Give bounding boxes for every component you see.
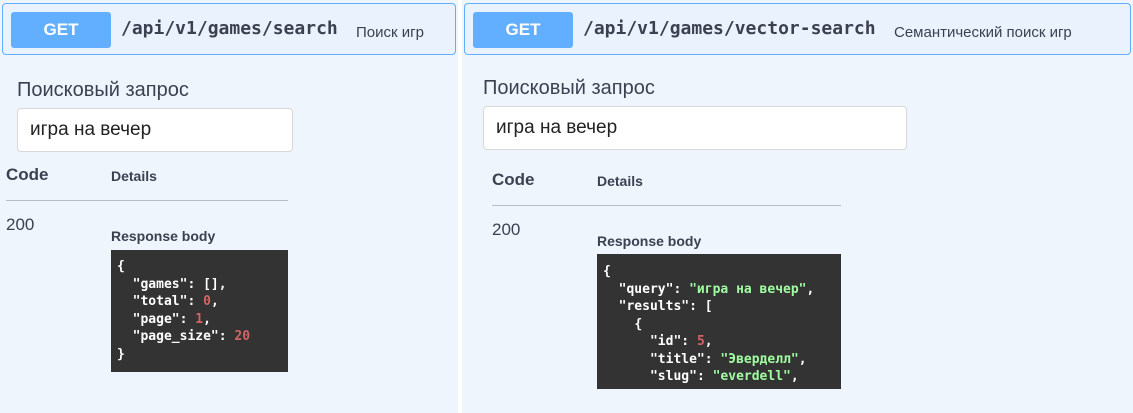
http-method-badge: GET — [11, 12, 111, 48]
left-endpoint-panel: GET /api/v1/games/search Поиск игр Поиск… — [0, 0, 458, 413]
param-label: Поисковый запрос — [483, 77, 655, 99]
response-status-code: 200 — [6, 215, 35, 234]
endpoint-path: /api/v1/games/search — [121, 18, 338, 39]
responses-code-header: Code — [492, 170, 535, 189]
response-body-json[interactable]: { "query": "игра на вечер", "results": [… — [597, 254, 841, 389]
endpoint-description: Семантический поиск игр — [894, 24, 1072, 41]
table-divider — [6, 200, 288, 201]
endpoint-summary-bar[interactable]: GET /api/v1/games/vector-search Семантич… — [464, 3, 1131, 55]
endpoint-description: Поиск игр — [356, 24, 424, 41]
responses-code-header: Code — [6, 165, 49, 184]
right-endpoint-panel: GET /api/v1/games/vector-search Семантич… — [462, 0, 1133, 413]
search-query-input[interactable]: игра на вечер — [17, 108, 293, 152]
endpoint-path: /api/v1/games/vector-search — [583, 18, 876, 39]
response-body-label: Response body — [111, 228, 216, 244]
param-label: Поисковый запрос — [17, 79, 189, 101]
endpoint-summary-bar[interactable]: GET /api/v1/games/search Поиск игр — [2, 3, 456, 55]
response-status-code: 200 — [492, 220, 521, 239]
search-query-input[interactable]: игра на вечер — [483, 106, 907, 150]
responses-details-header: Details — [597, 173, 643, 189]
responses-details-header: Details — [111, 168, 157, 184]
http-method-badge: GET — [473, 12, 573, 48]
table-divider — [492, 205, 841, 206]
response-body-json[interactable]: { "games": [], "total": 0, "page": 1, "p… — [111, 250, 288, 372]
response-body-label: Response body — [597, 233, 702, 249]
